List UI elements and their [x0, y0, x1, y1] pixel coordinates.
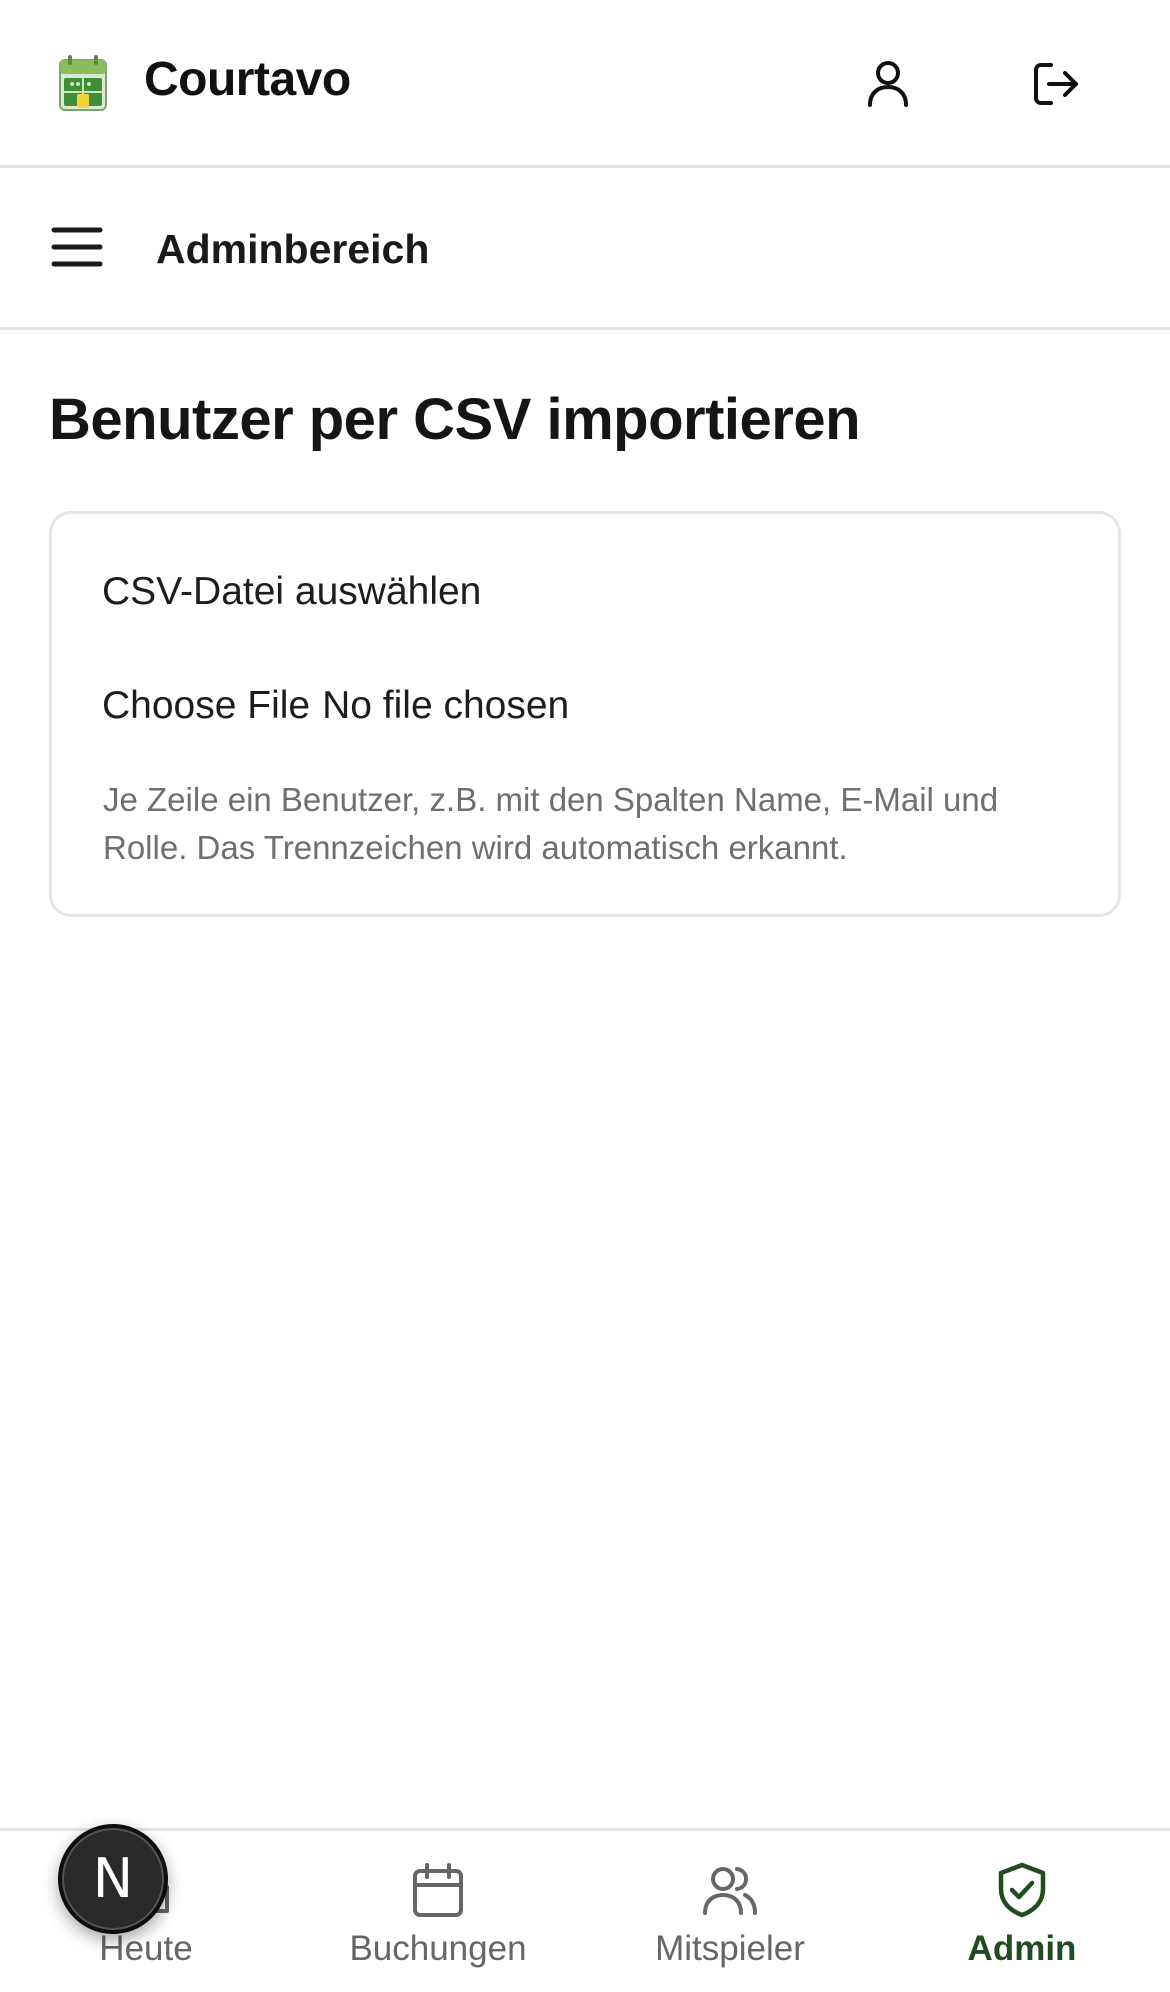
admin-subheader: Adminbereich: [0, 170, 1170, 330]
file-hint: Je Zeile ein Benutzer, z.B. mit den Spal…: [103, 781, 999, 866]
shield-check-icon: [998, 1862, 1046, 1918]
nav-label-admin: Admin: [967, 1929, 1077, 1968]
file-field-label: CSV-Datei auswählen: [102, 570, 482, 613]
app-root: Courtavo Adminbereich Benutzer per CSV i…: [0, 0, 1170, 1992]
nav-item-buchungen[interactable]: Buchungen: [292, 1831, 584, 1992]
calendar-icon: [413, 1863, 463, 1917]
users-icon: [703, 1867, 757, 1915]
logout-button[interactable]: [1026, 54, 1086, 114]
profile-button[interactable]: [858, 54, 918, 114]
hamburger-menu-icon: [51, 227, 103, 267]
nextjs-dev-badge[interactable]: N: [58, 1824, 168, 1934]
app-name: Courtavo: [144, 53, 351, 106]
page-title: Benutzer per CSV importieren: [49, 387, 861, 452]
csv-import-card: CSV-Datei auswählen Choose File No file …: [49, 511, 1121, 917]
menu-button[interactable]: [50, 222, 106, 272]
choose-file-button[interactable]: Choose File: [102, 684, 310, 728]
logout-icon: [1034, 63, 1078, 105]
section-title: Adminbereich: [156, 226, 430, 272]
nav-label-heute: Heute: [99, 1929, 193, 1968]
bottom-nav: Heute Buchungen Mitspieler Admin: [0, 1828, 1170, 1992]
file-input[interactable]: Choose File No file chosen: [102, 684, 569, 728]
nav-item-admin[interactable]: Admin: [876, 1831, 1168, 1992]
nav-item-mitspieler[interactable]: Mitspieler: [584, 1831, 876, 1992]
top-header: Courtavo: [0, 0, 1170, 168]
user-icon: [868, 61, 908, 107]
nav-label-mitspieler: Mitspieler: [655, 1929, 805, 1968]
file-status: No file chosen: [322, 684, 570, 727]
courtavo-logo-icon[interactable]: [58, 54, 108, 112]
nav-label-buchungen: Buchungen: [349, 1929, 527, 1968]
badge-letter: N: [92, 1847, 134, 1910]
